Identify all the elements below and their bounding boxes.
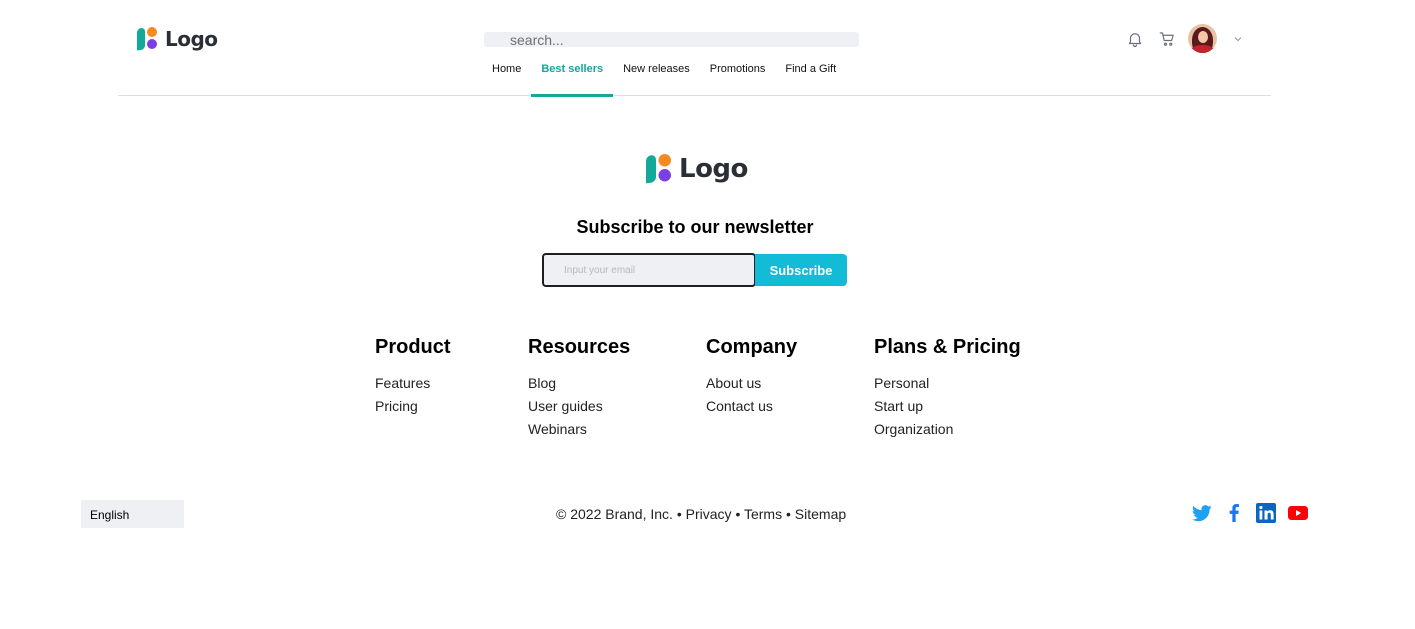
footer-logo[interactable]: Logo (646, 154, 748, 184)
copyright-bar: © 2022 Brand, Inc. • Privacy • Terms • S… (556, 506, 846, 522)
social-links (1192, 503, 1320, 523)
facebook-icon[interactable] (1224, 503, 1244, 523)
nav-item-home[interactable]: Home (482, 56, 531, 96)
site-header: Logo Home Best sellers New releases Prom… (118, 0, 1271, 97)
column-title: Resources (528, 336, 631, 358)
language-select[interactable]: English (81, 500, 184, 528)
footer-column-product: Product Features Pricing (375, 336, 451, 418)
column-title: Company (706, 336, 798, 358)
footer-link-start-up[interactable]: Start up (874, 395, 1021, 418)
footer-link-about-us[interactable]: About us (706, 372, 797, 395)
separator: • (676, 506, 682, 522)
linkedin-icon[interactable] (1256, 503, 1276, 523)
footer-link-organization[interactable]: Organization (874, 418, 1021, 441)
avatar[interactable] (1188, 24, 1217, 53)
footer-link-pricing[interactable]: Pricing (375, 395, 451, 418)
nav-item-new-releases[interactable]: New releases (613, 56, 700, 96)
footer-link-blog[interactable]: Blog (528, 372, 630, 395)
email-field[interactable] (542, 253, 756, 287)
newsletter-title: Subscribe to our newsletter (576, 217, 814, 237)
privacy-link[interactable]: Privacy (686, 506, 732, 522)
logo-text: Logo (679, 154, 748, 184)
sitemap-link[interactable]: Sitemap (795, 506, 846, 522)
footer-link-webinars[interactable]: Webinars (528, 418, 630, 441)
header-logo[interactable]: Logo (137, 27, 218, 51)
footer-link-contact-us[interactable]: Contact us (706, 395, 797, 418)
separator: • (786, 506, 791, 522)
copyright-text: © 2022 Brand, Inc. (556, 506, 673, 522)
footer-column-plans-pricing: Plans & Pricing Personal Start up Organi… (874, 336, 1021, 441)
terms-link[interactable]: Terms (744, 506, 782, 522)
youtube-icon[interactable] (1288, 503, 1308, 523)
separator: • (735, 506, 741, 522)
cart-icon[interactable] (1156, 28, 1178, 50)
footer-column-resources: Resources Blog User guides Webinars (528, 336, 630, 441)
logo-mark-icon (646, 154, 674, 184)
logo-mark-icon (137, 27, 159, 51)
chevron-down-icon[interactable] (1227, 28, 1249, 50)
column-title: Product (375, 336, 451, 358)
bell-icon[interactable] (1124, 28, 1146, 50)
footer-link-personal[interactable]: Personal (874, 372, 1021, 395)
logo-text: Logo (165, 27, 218, 51)
main-nav: Home Best sellers New releases Promotion… (482, 56, 846, 97)
twitter-icon[interactable] (1192, 503, 1212, 523)
column-title: Plans & Pricing (874, 336, 1021, 358)
search-input[interactable] (484, 32, 859, 47)
header-actions (1114, 24, 1249, 53)
footer-column-company: Company About us Contact us (706, 336, 797, 418)
nav-item-best-sellers[interactable]: Best sellers (531, 56, 613, 97)
nav-item-find-a-gift[interactable]: Find a Gift (775, 56, 846, 96)
footer-link-user-guides[interactable]: User guides (528, 395, 630, 418)
subscribe-button[interactable]: Subscribe (755, 254, 847, 286)
nav-item-promotions[interactable]: Promotions (700, 56, 776, 96)
footer-link-features[interactable]: Features (375, 372, 451, 395)
